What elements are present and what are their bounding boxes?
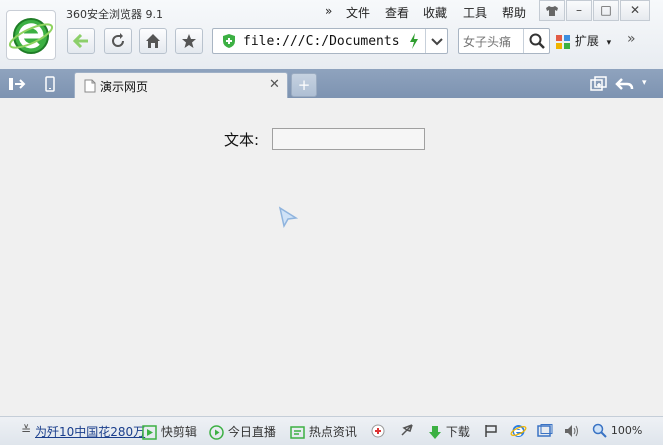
news-expand-icon[interactable]: ≚ xyxy=(21,423,31,437)
search-input[interactable] xyxy=(461,31,523,53)
back-button[interactable] xyxy=(67,28,95,54)
hot-news-label: 热点资讯 xyxy=(308,425,357,439)
rocket-icon xyxy=(401,424,413,436)
new-tab-button[interactable]: + xyxy=(291,73,317,97)
play-square-icon xyxy=(142,425,157,440)
news-icon xyxy=(290,426,305,439)
minimize-button[interactable]: – xyxy=(566,0,592,21)
menu-file[interactable]: 文件 xyxy=(346,4,370,21)
menu-more[interactable]: » xyxy=(325,4,332,18)
arrow-left-icon xyxy=(72,33,88,49)
tab-title: 演示网页 xyxy=(100,80,149,94)
screenshot-button[interactable] xyxy=(537,423,553,438)
download-button[interactable]: 下载 xyxy=(428,423,470,440)
refresh-button[interactable] xyxy=(104,28,132,54)
download-arrow-icon xyxy=(429,426,441,439)
volume-button[interactable] xyxy=(564,423,580,438)
address-input[interactable]: file:///C:/Documents xyxy=(243,34,400,49)
shirt-icon xyxy=(546,6,558,16)
extensions-button[interactable]: 扩展 ▾ xyxy=(555,32,611,50)
lightning-icon[interactable] xyxy=(409,33,419,49)
undo-close-button[interactable] xyxy=(615,77,635,94)
live-label: 今日直播 xyxy=(227,425,276,439)
quick-clip-button[interactable]: 快剪辑 xyxy=(142,423,197,440)
home-icon xyxy=(146,34,160,48)
extensions-label: 扩展 xyxy=(574,34,599,48)
undo-icon xyxy=(615,78,634,90)
window-icon xyxy=(537,423,553,437)
tab-menu-dropdown-icon[interactable]: ▾ xyxy=(642,78,647,88)
ie-mode-button[interactable] xyxy=(510,423,527,439)
star-icon xyxy=(182,34,196,48)
play-circle-icon xyxy=(209,425,224,440)
search-box[interactable] xyxy=(458,28,550,54)
sidebar-toggle-button[interactable] xyxy=(8,76,26,95)
search-button[interactable] xyxy=(523,29,550,53)
ie-e-logo-icon xyxy=(8,18,54,54)
chevron-down-icon xyxy=(431,38,443,46)
favorite-button[interactable] xyxy=(175,28,203,54)
close-window-button[interactable]: ✕ xyxy=(620,0,650,21)
hot-news-button[interactable]: 热点资讯 xyxy=(290,423,357,440)
news-ticker-link[interactable]: 为歼10中国花280万 xyxy=(35,423,145,440)
menu-help[interactable]: 帮助 xyxy=(502,4,526,21)
home-button[interactable] xyxy=(139,28,167,54)
sidebar-icon xyxy=(9,78,26,90)
accelerate-button[interactable] xyxy=(399,423,415,438)
medical-kit-icon xyxy=(371,424,385,438)
speaker-icon xyxy=(565,424,578,437)
restore-tab-button[interactable] xyxy=(590,76,608,95)
browser-logo[interactable] xyxy=(6,10,56,60)
app-title: 360安全浏览器 9.1 xyxy=(66,8,163,21)
toolbar-more[interactable]: » xyxy=(627,31,636,47)
page-content: 文本: xyxy=(0,98,663,416)
magnifier-icon xyxy=(592,423,607,438)
rescue-button[interactable] xyxy=(370,423,386,438)
menu-view[interactable]: 查看 xyxy=(385,4,409,21)
mouse-cursor-icon xyxy=(278,206,298,228)
search-icon xyxy=(529,33,545,49)
page-icon xyxy=(84,79,96,93)
maximize-button[interactable]: □ xyxy=(593,0,619,21)
ie-icon xyxy=(510,425,527,437)
download-label: 下载 xyxy=(445,425,470,439)
tab-active[interactable]: 演示网页 ✕ xyxy=(74,72,288,99)
zoom-button[interactable]: 100% xyxy=(592,423,642,438)
shield-icon xyxy=(223,34,235,48)
mobile-button[interactable] xyxy=(44,76,56,95)
grid-icon xyxy=(556,34,570,49)
live-button[interactable]: 今日直播 xyxy=(209,423,276,440)
menu-tools[interactable]: 工具 xyxy=(463,4,487,21)
address-dropdown[interactable] xyxy=(425,29,448,53)
flag-button[interactable] xyxy=(484,423,498,438)
address-bar[interactable]: file:///C:/Documents xyxy=(212,28,448,54)
text-input[interactable] xyxy=(272,128,425,150)
text-field-label: 文本: xyxy=(224,131,260,149)
skin-button[interactable] xyxy=(539,0,565,21)
status-bar: ≚ 为歼10中国花280万 快剪辑 今日直播 热点资讯 下载 100% xyxy=(0,416,663,445)
flag-icon xyxy=(485,424,497,437)
extensions-dropdown-icon: ▾ xyxy=(606,38,612,48)
quick-clip-label: 快剪辑 xyxy=(160,425,197,439)
windows-icon xyxy=(590,76,607,91)
menu-favorites[interactable]: 收藏 xyxy=(423,4,447,21)
refresh-icon xyxy=(112,33,124,47)
zoom-level: 100% xyxy=(610,424,643,437)
phone-icon xyxy=(45,76,55,92)
tab-close-icon[interactable]: ✕ xyxy=(269,77,280,92)
